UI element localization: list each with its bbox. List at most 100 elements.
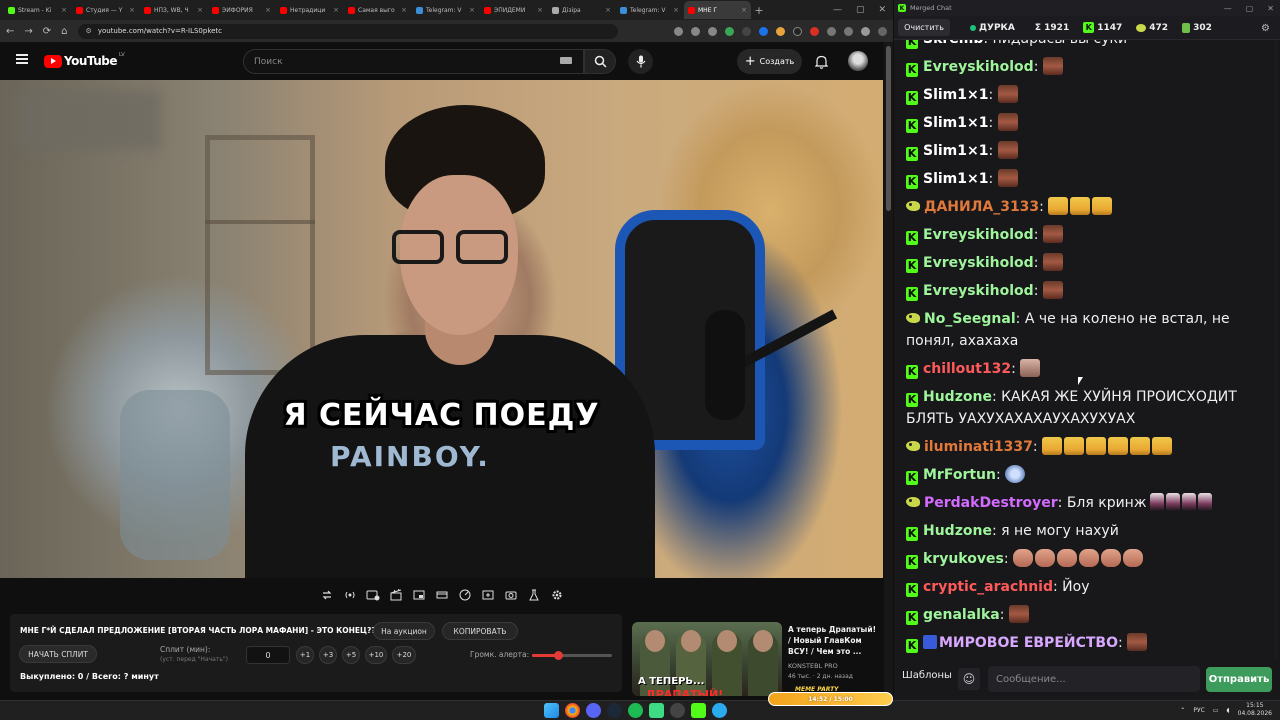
network-icon[interactable]: ▭ bbox=[1213, 707, 1219, 714]
zoom-icon[interactable] bbox=[674, 26, 683, 36]
chat-nickname[interactable]: Slim1×1 bbox=[923, 171, 988, 187]
camera-icon[interactable] bbox=[502, 586, 520, 604]
chrome-icon[interactable] bbox=[565, 703, 580, 718]
split-minutes-input[interactable]: 0 bbox=[246, 646, 290, 664]
steam-icon[interactable] bbox=[607, 703, 622, 718]
telegram-icon[interactable] bbox=[712, 703, 727, 718]
chat-nickname[interactable]: Evreyskiholod bbox=[923, 283, 1034, 299]
volume-icon[interactable]: ◖ bbox=[1226, 707, 1229, 714]
site-info-icon[interactable]: ⚙ bbox=[86, 27, 92, 35]
chat-nickname[interactable]: Skremb bbox=[923, 40, 983, 47]
chat-nickname[interactable]: No_Seegnal bbox=[924, 311, 1016, 327]
recommended-title[interactable]: А теперь Драпатый! / Новый ГлавКом ВСУ! … bbox=[788, 624, 880, 657]
browser-tab[interactable]: Студия — Y × bbox=[72, 1, 139, 19]
flask-icon[interactable] bbox=[525, 586, 543, 604]
chat-nickname[interactable]: МИРОВОЕ ЕВРЕЙСТВО bbox=[939, 635, 1118, 651]
minimize-icon[interactable]: — bbox=[833, 5, 842, 15]
emoji-icon[interactable]: ☺ bbox=[958, 668, 980, 690]
star-icon[interactable] bbox=[708, 26, 717, 36]
tray-chevron-icon[interactable]: ⌃ bbox=[1180, 707, 1185, 714]
send-button[interactable]: Отправить bbox=[1206, 667, 1272, 692]
templates-button[interactable]: Шаблоны bbox=[902, 670, 952, 681]
recommended-channel[interactable]: KONSTEBL PRO bbox=[788, 662, 838, 670]
chat-scrollbar[interactable] bbox=[1274, 40, 1278, 658]
tab-close-icon[interactable]: × bbox=[401, 6, 407, 14]
tab-close-icon[interactable]: × bbox=[265, 6, 271, 14]
browser-tab[interactable]: Самая выго × bbox=[344, 1, 411, 19]
browser-tab[interactable]: Stream - Ki × bbox=[4, 1, 71, 19]
extension-icon[interactable] bbox=[759, 26, 768, 36]
start-icon[interactable] bbox=[544, 703, 559, 718]
keyboard-icon[interactable] bbox=[560, 57, 572, 64]
chat-nickname[interactable]: Hudzone bbox=[923, 389, 992, 405]
search-input[interactable]: Поиск bbox=[243, 49, 584, 74]
chat-nickname[interactable]: iluminati1337 bbox=[924, 439, 1033, 455]
tab-close-icon[interactable]: × bbox=[605, 6, 611, 14]
new-tab-button[interactable]: + bbox=[752, 4, 766, 17]
copy-button[interactable]: КОПИРОВАТЬ bbox=[442, 622, 518, 640]
chat-nickname[interactable]: Evreyskiholod bbox=[923, 255, 1034, 271]
chat-settings-icon[interactable]: ⚙ bbox=[1261, 23, 1270, 34]
kick-app-icon[interactable] bbox=[691, 703, 706, 718]
maximize-icon[interactable]: ▢ bbox=[856, 5, 865, 15]
increment-button[interactable]: +20 bbox=[392, 646, 416, 664]
close-icon[interactable]: ✕ bbox=[878, 5, 886, 15]
increment-button[interactable]: +1 bbox=[296, 646, 314, 664]
download-icon[interactable] bbox=[844, 26, 853, 36]
close-icon[interactable]: ✕ bbox=[1267, 4, 1274, 13]
clock[interactable]: 15:15 04.08.2026 bbox=[1238, 702, 1272, 718]
search-button[interactable] bbox=[584, 49, 616, 74]
extension-icon[interactable] bbox=[742, 26, 751, 36]
browser-tab[interactable]: НПЗ, WB, Ч × bbox=[140, 1, 207, 19]
chat-nickname[interactable]: Slim1×1 bbox=[923, 143, 988, 159]
browser-tab[interactable]: Telegram: V × bbox=[616, 1, 683, 19]
browser-tab[interactable]: ЭПИДЕМИ × bbox=[480, 1, 547, 19]
browser-tab[interactable]: Telegram: V × bbox=[412, 1, 479, 19]
increment-button[interactable]: +5 bbox=[342, 646, 360, 664]
page-scrollbar-thumb[interactable] bbox=[886, 46, 891, 211]
obs-icon[interactable] bbox=[670, 703, 685, 718]
start-split-button[interactable]: НАЧАТЬ СПЛИТ bbox=[19, 645, 97, 663]
avatar[interactable] bbox=[848, 51, 868, 71]
browser-tab[interactable]: Дiзiра × bbox=[548, 1, 615, 19]
tab-close-icon[interactable]: × bbox=[673, 6, 679, 14]
video-thumbnail[interactable]: А ТЕПЕРЬ... ДРАПАТЫЙ! bbox=[632, 622, 782, 696]
meme-party-bar[interactable]: 14:52 / 15:00 bbox=[768, 692, 893, 706]
chat-nickname[interactable]: chillout132 bbox=[923, 361, 1011, 377]
speed-icon[interactable] bbox=[456, 586, 474, 604]
voice-search-button[interactable] bbox=[628, 49, 653, 74]
clear-button[interactable]: Очистить bbox=[898, 19, 950, 36]
tab-close-icon[interactable]: × bbox=[333, 6, 339, 14]
browser-tab[interactable]: Нетрадици × bbox=[276, 1, 343, 19]
tab-close-icon[interactable]: × bbox=[469, 6, 475, 14]
forward-icon[interactable]: → bbox=[24, 26, 32, 37]
share-icon[interactable] bbox=[691, 26, 700, 36]
extension-icon[interactable] bbox=[810, 26, 819, 36]
chat-nickname[interactable]: PerdakDestroyer bbox=[924, 495, 1058, 511]
browser-tab[interactable]: МНЕ Г × bbox=[684, 1, 751, 19]
chat-nickname[interactable]: Evreyskiholod bbox=[923, 59, 1034, 75]
chat-nickname[interactable]: cryptic_arachnid bbox=[923, 579, 1053, 595]
extension-icon[interactable] bbox=[776, 26, 785, 36]
gear-icon[interactable] bbox=[548, 586, 566, 604]
create-button[interactable]: + Создать bbox=[737, 49, 802, 74]
browser-tab[interactable]: ЭЙФОРИЯ × bbox=[208, 1, 275, 19]
chat-nickname[interactable]: Slim1×1 bbox=[923, 87, 988, 103]
chat-nickname[interactable]: Evreyskiholod bbox=[923, 227, 1034, 243]
tab-close-icon[interactable]: × bbox=[537, 6, 543, 14]
spotify-icon[interactable] bbox=[628, 703, 643, 718]
back-icon[interactable]: ← bbox=[6, 26, 14, 37]
reload-icon[interactable]: ⟳ bbox=[43, 26, 51, 37]
youtube-logo[interactable]: YouTube LV bbox=[44, 52, 125, 68]
profile-icon[interactable] bbox=[861, 26, 870, 36]
tab-close-icon[interactable]: × bbox=[741, 6, 747, 14]
chat-nickname[interactable]: ДАНИЛА_3133 bbox=[924, 199, 1039, 215]
app-icon[interactable] bbox=[649, 703, 664, 718]
add-box-icon[interactable] bbox=[479, 586, 497, 604]
notifications-icon[interactable] bbox=[814, 54, 829, 73]
video-player[interactable]: PAINBOY. Я СЕЙЧАС ПОЕДУ bbox=[0, 80, 883, 578]
message-input[interactable]: Сообщение... bbox=[988, 666, 1200, 692]
settings-cog-icon[interactable] bbox=[364, 586, 382, 604]
url-field[interactable]: ⚙ youtube.com/watch?v=R-ILS0pketc bbox=[77, 23, 618, 39]
increment-button[interactable]: +10 bbox=[365, 646, 387, 664]
